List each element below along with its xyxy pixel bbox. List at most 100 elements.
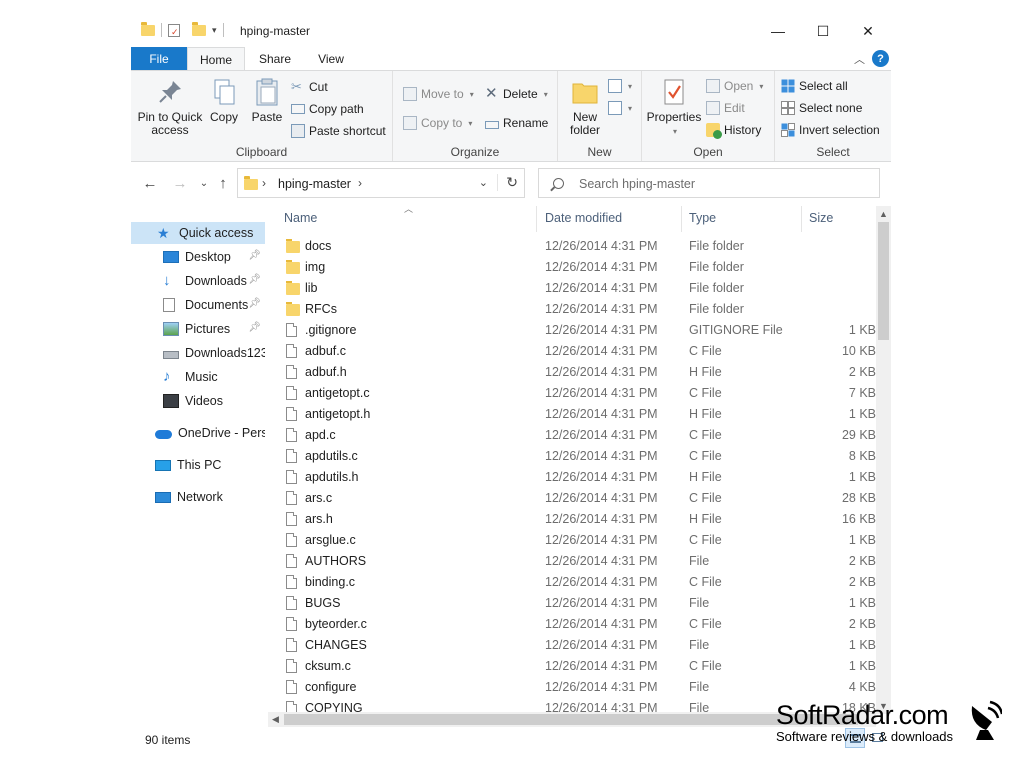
easy-access-button[interactable]: ▾: [608, 99, 632, 117]
table-row[interactable]: antigetopt.h 12/26/2014 4:31 PM H File 1 KB: [272, 404, 876, 425]
sidebar-item-downloads123[interactable]: Downloads123: [131, 342, 265, 364]
sidebar-item-pictures[interactable]: Pictures 📌︎: [131, 318, 265, 340]
new-folder-button[interactable]: New folder: [564, 77, 606, 137]
table-row[interactable]: ars.h 12/26/2014 4:31 PM H File 16 KB: [272, 509, 876, 530]
chevron-right-icon[interactable]: ›: [262, 176, 266, 190]
tab-home[interactable]: Home: [187, 47, 245, 71]
recent-locations-button[interactable]: ⌄: [194, 172, 214, 194]
sidebar-item-onedrive[interactable]: OneDrive - Perso: [131, 422, 265, 444]
select-all-button[interactable]: Select all: [781, 77, 848, 95]
sidebar-item-videos[interactable]: Videos: [131, 390, 265, 412]
column-header-type[interactable]: Type: [689, 206, 716, 230]
search-input[interactable]: Search hping-master: [579, 177, 695, 191]
help-icon[interactable]: ?: [872, 50, 889, 67]
maximize-button[interactable]: ☐: [800, 15, 846, 47]
properties-button[interactable]: Properties ▾: [646, 77, 702, 138]
table-row[interactable]: RFCs 12/26/2014 4:31 PM File folder: [272, 299, 876, 320]
sidebar-item-downloads[interactable]: ↓ Downloads 📌︎: [131, 270, 265, 292]
table-row[interactable]: binding.c 12/26/2014 4:31 PM C File 2 KB: [272, 572, 876, 593]
table-row[interactable]: byteorder.c 12/26/2014 4:31 PM C File 2 KB: [272, 614, 876, 635]
sidebar-item-this-pc[interactable]: This PC: [131, 454, 265, 476]
table-row[interactable]: img 12/26/2014 4:31 PM File folder: [272, 257, 876, 278]
close-button[interactable]: ✕: [845, 15, 891, 47]
table-row[interactable]: apd.c 12/26/2014 4:31 PM C File 29 KB: [272, 425, 876, 446]
table-row[interactable]: cksum.c 12/26/2014 4:31 PM C File 1 KB: [272, 656, 876, 677]
open-button[interactable]: Open ▾: [706, 77, 763, 95]
column-header-date[interactable]: Date modified: [545, 206, 622, 230]
chevron-down-icon[interactable]: ⌄: [479, 176, 488, 189]
scroll-up-icon[interactable]: ▲: [879, 209, 888, 219]
copy-to-icon: [403, 116, 417, 130]
file-size: 1 KB: [848, 638, 876, 652]
move-to-button[interactable]: Move to ▾: [403, 85, 474, 103]
vertical-scroll-thumb[interactable]: [878, 222, 889, 340]
search-box[interactable]: Search hping-master: [538, 168, 880, 198]
minimize-button[interactable]: —: [755, 15, 801, 47]
new-item-button[interactable]: ▾: [608, 77, 632, 95]
pin-icon[interactable]: 📌︎: [248, 250, 261, 261]
vertical-scrollbar[interactable]: ▲ ▼: [876, 206, 891, 714]
cut-button[interactable]: ✂ Cut: [291, 78, 328, 96]
select-none-button[interactable]: Select none: [781, 99, 862, 117]
pin-to-quick-access-button[interactable]: Pin to Quick access: [137, 77, 203, 137]
column-divider[interactable]: [536, 206, 537, 232]
address-path[interactable]: hping-master: [278, 177, 351, 191]
horizontal-scroll-thumb[interactable]: [284, 714, 858, 725]
copy-to-button[interactable]: Copy to ▾: [403, 114, 472, 132]
table-row[interactable]: apdutils.c 12/26/2014 4:31 PM C File 8 KB: [272, 446, 876, 467]
paste-shortcut-button[interactable]: Paste shortcut: [291, 122, 386, 140]
paste-button[interactable]: Paste: [247, 77, 287, 124]
refresh-icon[interactable]: ↻: [497, 174, 518, 191]
file-name: RFCs: [305, 302, 337, 316]
file-icon: [286, 386, 297, 400]
table-row[interactable]: docs 12/26/2014 4:31 PM File folder: [272, 236, 876, 257]
history-button[interactable]: History: [706, 121, 761, 139]
tab-view[interactable]: View: [311, 47, 351, 71]
table-row[interactable]: apdutils.h 12/26/2014 4:31 PM H File 1 KB: [272, 467, 876, 488]
invert-selection-button[interactable]: Invert selection: [781, 121, 880, 139]
pin-icon[interactable]: 📌︎: [248, 274, 261, 285]
column-header-name[interactable]: Name: [284, 206, 317, 230]
sidebar-item-documents[interactable]: Documents 📌︎: [131, 294, 265, 316]
pin-icon[interactable]: 📌︎: [248, 298, 261, 309]
tab-share[interactable]: Share: [255, 47, 295, 71]
rename-button[interactable]: Rename: [485, 114, 548, 132]
table-row[interactable]: antigetopt.c 12/26/2014 4:31 PM C File 7 KB: [272, 383, 876, 404]
properties-icon[interactable]: ✓: [168, 23, 180, 37]
file-date: 12/26/2014 4:31 PM: [545, 386, 658, 400]
table-row[interactable]: lib 12/26/2014 4:31 PM File folder: [272, 278, 876, 299]
column-divider[interactable]: [801, 206, 802, 232]
delete-button[interactable]: ✕ Delete ▾: [485, 85, 548, 103]
table-row[interactable]: adbuf.h 12/26/2014 4:31 PM H File 2 KB: [272, 362, 876, 383]
column-divider[interactable]: [681, 206, 682, 232]
table-row[interactable]: AUTHORS 12/26/2014 4:31 PM File 2 KB: [272, 551, 876, 572]
scroll-left-icon[interactable]: ◀: [272, 714, 279, 725]
table-row[interactable]: arsglue.c 12/26/2014 4:31 PM C File 1 KB: [272, 530, 876, 551]
new-folder-icon[interactable]: [192, 21, 206, 36]
copy-button[interactable]: Copy: [207, 77, 241, 124]
column-header-size[interactable]: Size: [809, 206, 833, 230]
forward-button[interactable]: →: [170, 172, 190, 194]
properties-dropdown-icon[interactable]: ▾: [648, 125, 702, 138]
pin-icon[interactable]: 📌︎: [248, 322, 261, 333]
address-bar[interactable]: › hping-master › ⌄ ↻: [237, 168, 525, 198]
sidebar-item-network[interactable]: Network: [131, 486, 265, 508]
tab-file[interactable]: File: [131, 47, 187, 71]
edit-button[interactable]: Edit: [706, 99, 745, 117]
table-row[interactable]: CHANGES 12/26/2014 4:31 PM File 1 KB: [272, 635, 876, 656]
chevron-right-icon[interactable]: ›: [358, 176, 362, 190]
sidebar-item-music[interactable]: ♪ Music: [131, 366, 265, 388]
sidebar-item-desktop[interactable]: Desktop 📌︎: [131, 246, 265, 268]
table-row[interactable]: ars.c 12/26/2014 4:31 PM C File 28 KB: [272, 488, 876, 509]
collapse-ribbon-icon[interactable]: ︿: [854, 51, 865, 67]
copy-path-button[interactable]: Copy path: [291, 100, 364, 118]
table-row[interactable]: BUGS 12/26/2014 4:31 PM File 1 KB: [272, 593, 876, 614]
table-row[interactable]: adbuf.c 12/26/2014 4:31 PM C File 10 KB: [272, 341, 876, 362]
table-row[interactable]: .gitignore 12/26/2014 4:31 PM GITIGNORE Fi…: [272, 320, 876, 341]
sidebar-item-quick-access[interactable]: ★ Quick access: [131, 222, 265, 244]
table-row[interactable]: configure 12/26/2014 4:31 PM File 4 KB: [272, 677, 876, 698]
back-button[interactable]: ←: [140, 172, 160, 194]
file-type: C File: [689, 533, 722, 547]
customize-qat-icon[interactable]: ▾: [212, 25, 217, 36]
up-button[interactable]: ↑: [213, 172, 233, 194]
